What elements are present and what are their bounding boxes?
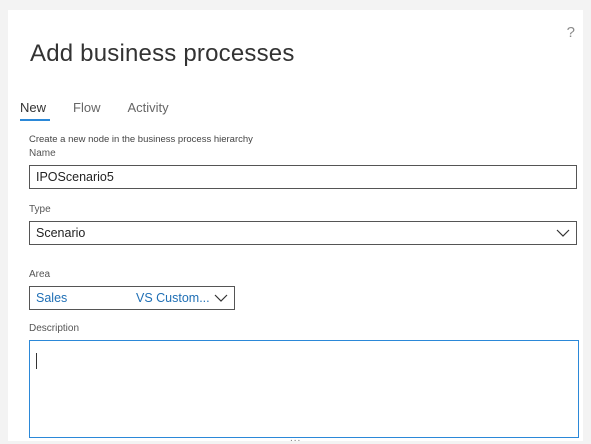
form-hint: Create a new node in the business proces…	[29, 134, 253, 145]
tab-new[interactable]: New	[20, 100, 51, 121]
type-select-value: Scenario	[36, 226, 86, 240]
dialog-title: Add business processes	[30, 40, 295, 67]
type-select[interactable]: Scenario	[29, 221, 577, 245]
area-select[interactable]: Sales VS Custom...	[29, 286, 235, 310]
area-label: Area	[29, 269, 51, 280]
name-input[interactable]: IPOScenario5	[29, 165, 577, 189]
chevron-down-icon	[214, 294, 228, 302]
tab-flow[interactable]: Flow	[73, 100, 100, 121]
tab-activity[interactable]: Activity	[127, 100, 168, 121]
name-label: Name	[29, 148, 56, 159]
chevron-down-icon	[556, 229, 570, 237]
text-caret	[36, 353, 37, 369]
description-textarea[interactable]	[29, 340, 579, 438]
type-label: Type	[29, 204, 51, 215]
dialog-panel: ? Add business processes New Flow Activi…	[8, 10, 583, 444]
name-input-value: IPOScenario5	[36, 170, 114, 184]
help-icon[interactable]: ?	[567, 24, 575, 41]
tab-bar: New Flow Activity	[20, 100, 196, 121]
description-label: Description	[29, 323, 80, 334]
area-secondary-value: VS Custom...	[136, 291, 210, 305]
more-indicator[interactable]: ...	[290, 433, 301, 444]
area-primary-value: Sales	[36, 291, 68, 305]
